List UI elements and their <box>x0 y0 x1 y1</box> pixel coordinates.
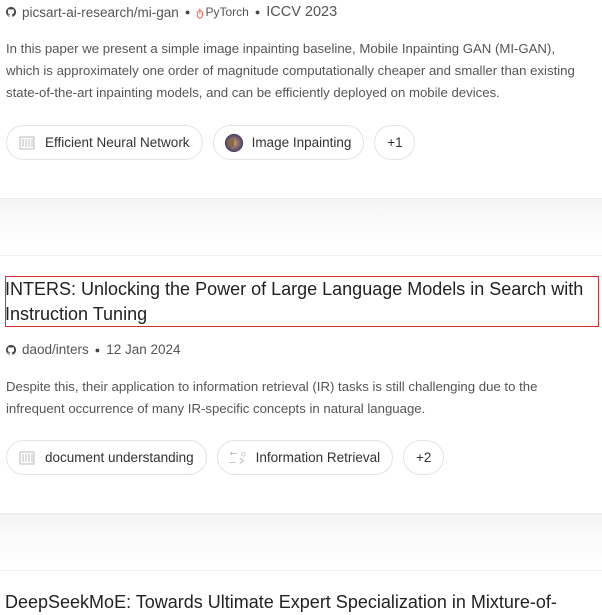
more-tags-button[interactable]: +1 <box>374 125 416 160</box>
task-tags: Efficient Neural Network Image Inpaintin… <box>6 125 416 160</box>
paper-meta: picsart-ai-research/mi-gan ● ტ PyTorch ●… <box>6 4 337 20</box>
separator-dot: ● <box>254 7 261 17</box>
paper-title[interactable]: DeepSeekMoE: Towards Ultimate Expert Spe… <box>5 590 599 615</box>
framework-badge: ტ PyTorch <box>196 5 249 19</box>
venue-label: ICCV 2023 <box>266 4 338 20</box>
paper-icon <box>17 448 37 468</box>
paper-card-1: picsart-ai-research/mi-gan ● ტ PyTorch ●… <box>0 0 602 200</box>
tag-efficient-neural-network[interactable]: Efficient Neural Network <box>6 125 203 160</box>
repo-link[interactable]: picsart-ai-research/mi-gan <box>22 5 179 20</box>
more-tags-button[interactable]: +2 <box>403 440 445 475</box>
github-icon <box>6 7 16 17</box>
tag-image-inpainting[interactable]: Image Inpainting <box>212 125 365 160</box>
pytorch-icon: ტ <box>196 6 204 19</box>
tag-label: Efficient Neural Network <box>45 135 190 150</box>
paper-abstract: In this paper we present a simple image … <box>6 41 575 100</box>
paper-icon <box>17 133 37 153</box>
paper-title[interactable]: INTERS: Unlocking the Power of Large Lan… <box>5 277 599 327</box>
publish-date: 12 Jan 2024 <box>106 342 181 357</box>
task-tags: document understanding Information Retri… <box>6 440 445 475</box>
separator-dot: ● <box>94 344 101 355</box>
tag-label: Image Inpainting <box>251 135 352 150</box>
tag-label: Information Retrieval <box>255 450 381 465</box>
card-separator <box>0 513 602 571</box>
tag-information-retrieval[interactable]: Information Retrieval <box>216 440 394 475</box>
github-icon <box>6 344 16 355</box>
separator-dot: ● <box>184 7 191 17</box>
image-thumbnail-icon <box>224 133 244 153</box>
retrieval-icon <box>228 448 248 468</box>
repo-link[interactable]: daod/inters <box>22 342 89 357</box>
paper-meta: daod/inters ● 12 Jan 2024 <box>6 342 181 357</box>
card-separator <box>0 198 602 256</box>
tag-label: document understanding <box>45 450 194 465</box>
tag-document-understanding[interactable]: document understanding <box>6 440 207 475</box>
paper-abstract: Despite this, their application to infor… <box>6 379 538 416</box>
